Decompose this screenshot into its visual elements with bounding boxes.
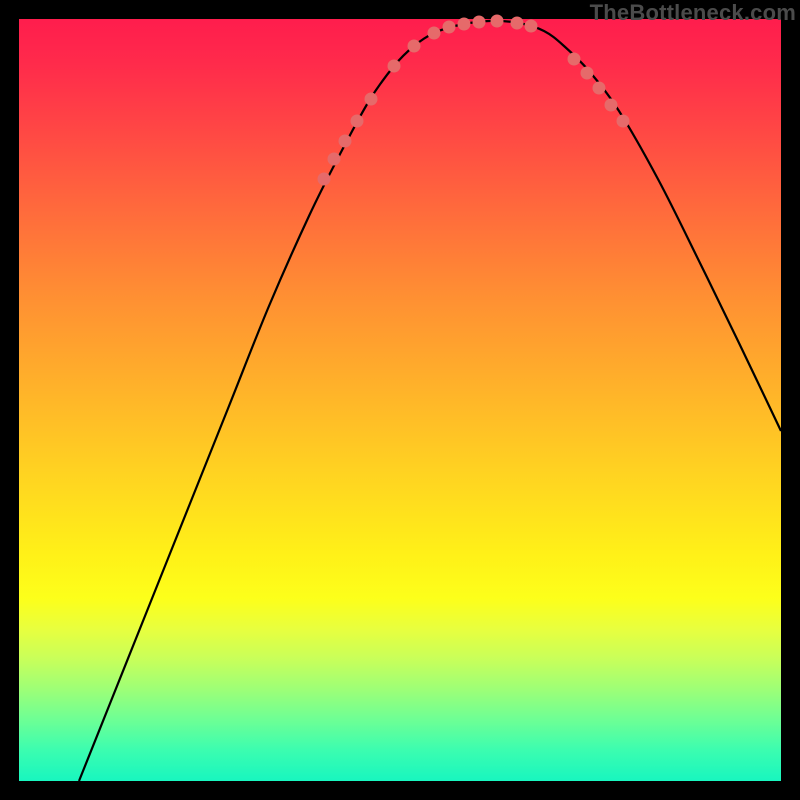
- chart-plot: [19, 19, 781, 781]
- marker-point: [511, 17, 524, 30]
- marker-point: [428, 27, 441, 40]
- marker-point: [491, 15, 504, 28]
- marker-point: [458, 18, 471, 31]
- marker-point: [388, 60, 401, 73]
- watermark-text: TheBottleneck.com: [590, 0, 796, 26]
- marker-point: [318, 173, 331, 186]
- marker-point: [568, 53, 581, 66]
- marker-point: [581, 67, 594, 80]
- marker-point: [339, 135, 352, 148]
- marker-point: [473, 16, 486, 29]
- marker-point: [408, 40, 421, 53]
- chart-frame: [19, 19, 781, 781]
- marker-point: [525, 20, 538, 33]
- marker-group: [318, 15, 630, 186]
- marker-point: [328, 153, 341, 166]
- marker-point: [351, 115, 364, 128]
- marker-point: [593, 82, 606, 95]
- marker-point: [365, 93, 378, 106]
- marker-point: [605, 99, 618, 112]
- marker-point: [443, 21, 456, 34]
- curve-line: [79, 21, 781, 781]
- marker-point: [617, 115, 630, 128]
